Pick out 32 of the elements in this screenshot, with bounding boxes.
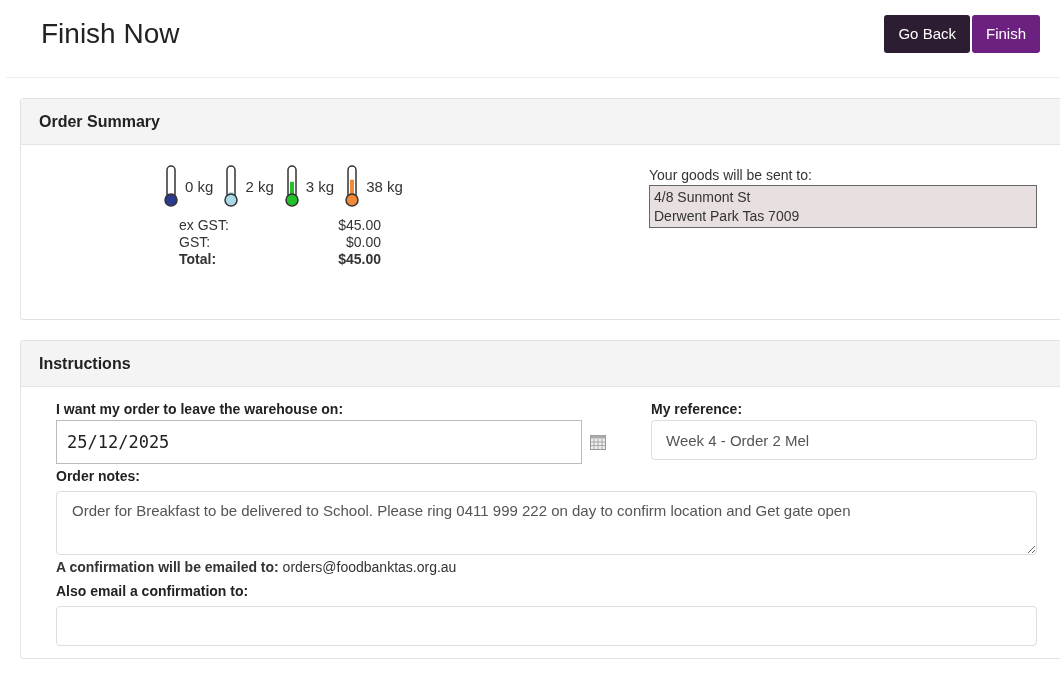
address-line: 4/8 Sunmont St <box>654 189 752 205</box>
thermometer-icon <box>223 165 240 207</box>
delivery-label: Your goods will be sent to: <box>649 167 813 183</box>
total-value: $0.00 <box>344 234 381 250</box>
field-label: Order notes: <box>56 468 141 484</box>
total-label: GST: <box>179 234 212 250</box>
total-label: Total: <box>179 251 218 267</box>
weight-label: 2 kg <box>245 177 274 195</box>
back-button[interactable]: Go Back <box>884 14 970 53</box>
notes-field[interactable]: Order for Breakfast to be delivered to School. Please ring 0411 999 222 on day to confirm location and Get gate open <box>56 491 1037 555</box>
confirmation-text: A confirmation will be emailed to: orders@foodbanktas.org.au <box>56 559 458 575</box>
total-value: $45.00 <box>337 217 381 233</box>
total-label: ex GST: <box>179 217 230 233</box>
email-field[interactable] <box>56 606 1037 646</box>
field-label: I want my order to leave the warehouse on: <box>56 401 345 417</box>
weight-label: 0 kg <box>185 177 214 195</box>
page-title: Finish Now <box>41 17 180 50</box>
thermometer-icon <box>283 165 300 207</box>
card-header: Order Summary <box>21 99 1060 145</box>
card-header: Instructions <box>21 341 1060 387</box>
field-label: My reference: <box>651 401 744 417</box>
date-field[interactable]: 25/12/2025 <box>56 420 582 464</box>
weight-label: 3 kg <box>305 177 335 195</box>
calendar-icon[interactable] <box>590 434 606 450</box>
thermometer-icon <box>344 165 361 207</box>
finish-button[interactable]: Finish <box>972 14 1040 53</box>
reference-field[interactable]: Week 4 - Order 2 Mel <box>651 420 1037 460</box>
field-label: Also email a confirmation to: <box>56 583 250 599</box>
weight-label: 38 kg <box>366 177 403 195</box>
thermometer-icon <box>163 165 180 207</box>
address-line: Derwent Park Tas 7009 <box>654 208 801 224</box>
total-value: $45.00 <box>337 251 381 267</box>
